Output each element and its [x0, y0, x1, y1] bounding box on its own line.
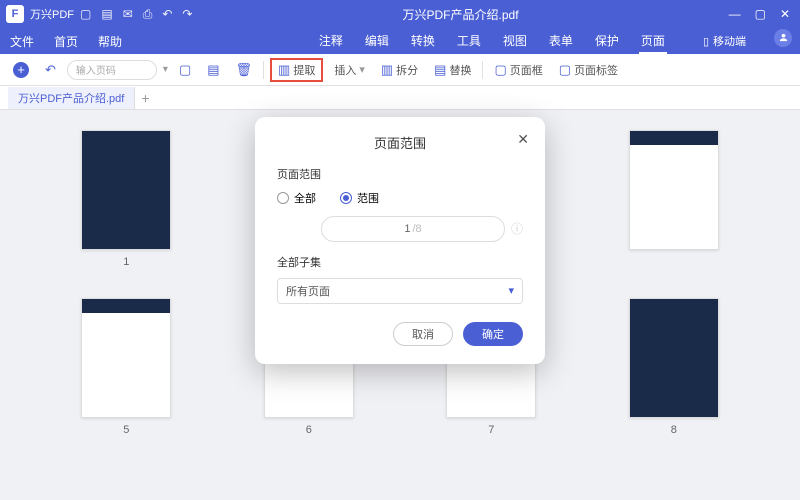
subset-label: 全部子集: [277, 254, 523, 270]
page-range-dialog: 页面范围 ✕ 页面范围 全部 范围 1 /8 ⓘ 全部子集 所有页面 ▾ 取消 …: [255, 117, 545, 364]
info-icon[interactable]: ⓘ: [511, 220, 523, 237]
dialog-close-icon[interactable]: ✕: [517, 131, 529, 148]
radio-all[interactable]: 全部: [277, 190, 316, 206]
range-input[interactable]: 1 /8: [321, 216, 505, 242]
chevron-down-icon: ▾: [508, 284, 514, 297]
dialog-title: 页面范围: [277, 133, 523, 152]
subset-select[interactable]: 所有页面 ▾: [277, 278, 523, 304]
dialog-overlay: 页面范围 ✕ 页面范围 全部 范围 1 /8 ⓘ 全部子集 所有页面 ▾ 取消 …: [0, 0, 800, 500]
section-label: 页面范围: [277, 166, 523, 182]
cancel-button[interactable]: 取消: [393, 322, 453, 346]
ok-button[interactable]: 确定: [463, 322, 523, 346]
radio-range[interactable]: 范围: [340, 190, 379, 206]
